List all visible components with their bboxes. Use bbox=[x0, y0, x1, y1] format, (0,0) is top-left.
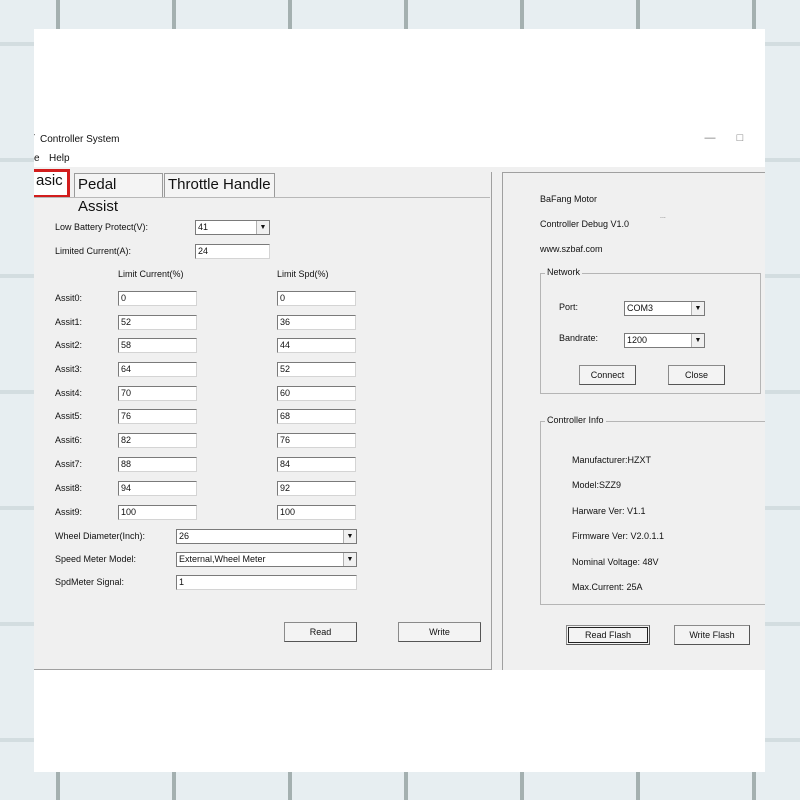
window-title-text: Controller System bbox=[40, 134, 120, 145]
assist-current-field[interactable]: 0 bbox=[118, 291, 197, 306]
assist-current-field[interactable]: 52 bbox=[118, 315, 197, 330]
speed-meter-select[interactable]: External,Wheel Meter ▼ bbox=[176, 552, 357, 567]
bandrate-select[interactable]: 1200 ▼ bbox=[624, 333, 705, 348]
info-website: www.szbaf.com bbox=[540, 244, 603, 254]
assist-label: Assit7: bbox=[55, 459, 83, 469]
chevron-down-icon[interactable]: ▼ bbox=[691, 334, 704, 347]
manufacturer-text: Manufacturer:HZXT bbox=[572, 455, 652, 465]
assist-label: Assit2: bbox=[55, 340, 83, 350]
assist-current-field[interactable]: 76 bbox=[118, 409, 197, 424]
assist-speed-field[interactable]: 60 bbox=[277, 386, 356, 401]
tab-pedal-assist[interactable]: Pedal Assist bbox=[74, 173, 163, 215]
assist-speed-field[interactable]: 52 bbox=[277, 362, 356, 377]
menu-bar: e Help bbox=[34, 151, 765, 167]
assist-label: Assit1: bbox=[55, 317, 83, 327]
wheel-diameter-value: 26 bbox=[179, 531, 190, 541]
controller-info-group: Controller Info Manufacturer:HZXT Model:… bbox=[540, 415, 765, 605]
assist-current-field[interactable]: 88 bbox=[118, 457, 197, 472]
assist-label: Assit9: bbox=[55, 507, 83, 517]
wheel-diameter-select[interactable]: 26 ▼ bbox=[176, 529, 357, 544]
assist-current-field[interactable]: 94 bbox=[118, 481, 197, 496]
connection-panel: BaFang Motor Controller Debug V1.0 ... w… bbox=[502, 172, 765, 670]
assist-speed-field[interactable]: 44 bbox=[277, 338, 356, 353]
assist-label: Assit4: bbox=[55, 388, 83, 398]
chevron-down-icon[interactable]: ▼ bbox=[343, 553, 356, 566]
chevron-down-icon[interactable]: ▼ bbox=[256, 221, 269, 234]
settings-panel: asic Pedal Assist Throttle Handle Low Ba… bbox=[34, 169, 492, 670]
speed-meter-label: Speed Meter Model: bbox=[55, 554, 137, 564]
title-bar: ⁄ Controller System — □ bbox=[34, 127, 765, 151]
network-legend: Network bbox=[545, 267, 583, 277]
tab-throttle-handle[interactable]: Throttle Handle bbox=[164, 173, 275, 197]
network-group: Network Port: COM3 ▼ Bandrate: 1200 ▼ Co… bbox=[540, 267, 761, 394]
read-flash-button[interactable]: Read Flash bbox=[566, 625, 650, 645]
close-button[interactable]: Close bbox=[668, 365, 725, 385]
port-value: COM3 bbox=[627, 303, 654, 313]
assist-current-field[interactable]: 58 bbox=[118, 338, 197, 353]
bandrate-value: 1200 bbox=[627, 335, 648, 345]
assist-current-field[interactable]: 64 bbox=[118, 362, 197, 377]
write-button[interactable]: Write bbox=[398, 622, 481, 642]
assist-label: Assit5: bbox=[55, 411, 83, 421]
tab-basic[interactable]: asic bbox=[34, 169, 70, 198]
spd-signal-field[interactable]: 1 bbox=[176, 575, 357, 590]
info-version-suffix: ... bbox=[660, 213, 666, 220]
read-button[interactable]: Read bbox=[284, 622, 357, 642]
assist-speed-field[interactable]: 36 bbox=[277, 315, 356, 330]
assist-speed-field[interactable]: 76 bbox=[277, 433, 356, 448]
assist-label: Assit3: bbox=[55, 364, 83, 374]
nominal-voltage-text: Nominal Voltage: 48V bbox=[572, 557, 659, 567]
wheel-diameter-label: Wheel Diameter(Inch): bbox=[55, 531, 146, 541]
minimize-icon[interactable]: — bbox=[703, 131, 717, 145]
model-text: Model:SZZ9 bbox=[572, 480, 622, 490]
max-current-text: Max.Current: 25A bbox=[572, 582, 643, 592]
port-select[interactable]: COM3 ▼ bbox=[624, 301, 705, 316]
assist-label: Assit6: bbox=[55, 435, 83, 445]
application-window: ⁄ Controller System — □ e Help asic Peda… bbox=[34, 127, 765, 670]
info-version: Controller Debug V1.0 bbox=[540, 219, 630, 229]
assist-label: Assit0: bbox=[55, 293, 83, 303]
low-battery-select[interactable]: 41 ▼ bbox=[195, 220, 270, 235]
info-brand: BaFang Motor bbox=[540, 194, 598, 204]
connect-button[interactable]: Connect bbox=[579, 365, 636, 385]
assist-speed-field[interactable]: 92 bbox=[277, 481, 356, 496]
menu-help[interactable]: Help bbox=[49, 153, 70, 164]
limited-current-field[interactable]: 24 bbox=[195, 244, 270, 259]
low-battery-value: 41 bbox=[198, 222, 209, 232]
controller-info-legend: Controller Info bbox=[545, 415, 606, 425]
assist-speed-field[interactable]: 68 bbox=[277, 409, 356, 424]
menu-file[interactable]: e bbox=[34, 153, 40, 164]
spd-signal-label: SpdMeter Signal: bbox=[55, 577, 125, 587]
chevron-down-icon[interactable]: ▼ bbox=[343, 530, 356, 543]
firmware-version-text: Firmware Ver: V2.0.1.1 bbox=[572, 531, 665, 541]
hardware-version-text: Harware Ver: V1.1 bbox=[572, 506, 646, 516]
assist-current-field[interactable]: 100 bbox=[118, 505, 197, 520]
limited-current-label: Limited Current(A): bbox=[55, 246, 132, 256]
basic-tab-content: Low Battery Protect(V): 41 ▼ Limited Cur… bbox=[34, 197, 490, 669]
maximize-icon[interactable]: □ bbox=[733, 131, 747, 145]
speed-meter-value: External,Wheel Meter bbox=[179, 554, 266, 564]
assist-speed-field[interactable]: 84 bbox=[277, 457, 356, 472]
window-title: ⁄ Controller System bbox=[40, 134, 119, 145]
tab-strip: asic Pedal Assist Throttle Handle bbox=[34, 169, 492, 215]
assist-label: Assit8: bbox=[55, 483, 83, 493]
write-flash-button[interactable]: Write Flash bbox=[674, 625, 750, 645]
assist-current-field[interactable]: 82 bbox=[118, 433, 197, 448]
assist-current-field[interactable]: 70 bbox=[118, 386, 197, 401]
assist-speed-field[interactable]: 0 bbox=[277, 291, 356, 306]
low-battery-label: Low Battery Protect(V): bbox=[55, 222, 149, 232]
assist-speed-field[interactable]: 100 bbox=[277, 505, 356, 520]
limit-speed-header: Limit Spd(%) bbox=[277, 269, 329, 279]
bandrate-label: Bandrate: bbox=[559, 333, 599, 343]
port-label: Port: bbox=[559, 302, 579, 312]
limit-current-header: Limit Current(%) bbox=[118, 269, 184, 279]
chevron-down-icon[interactable]: ▼ bbox=[691, 302, 704, 315]
